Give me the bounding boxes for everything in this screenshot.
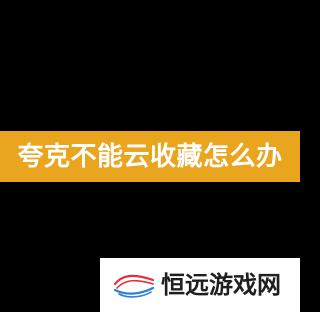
video-frame: 夸克不能云收藏怎么办 恒远游戏网 bbox=[0, 0, 300, 312]
title-text: 夸克不能云收藏怎么办 bbox=[17, 141, 283, 172]
wave-logo-icon bbox=[113, 274, 155, 298]
watermark-text: 恒远游戏网 bbox=[161, 270, 281, 299]
site-watermark: 恒远游戏网 bbox=[100, 258, 300, 312]
title-banner: 夸克不能云收藏怎么办 bbox=[0, 131, 300, 182]
